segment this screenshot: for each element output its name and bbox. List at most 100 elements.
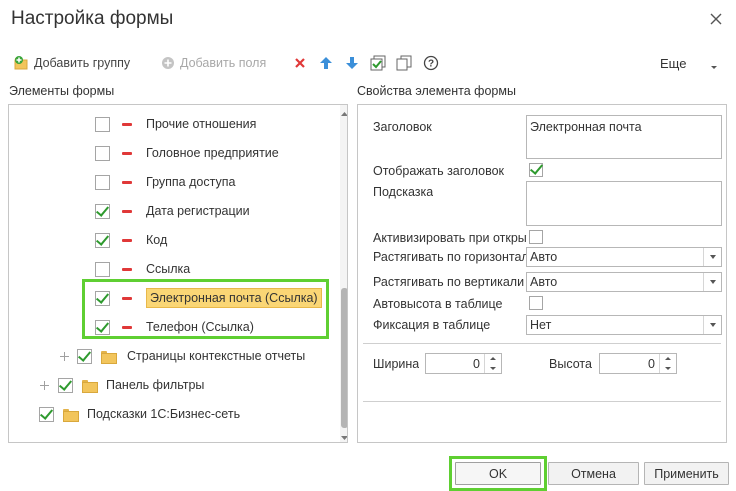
caption-field[interactable]: Электронная почта [526,115,722,159]
tree-group[interactable]: Страницы контекстные отчеты [60,346,305,366]
tree-item[interactable]: Группа доступа [95,172,235,192]
tree-item[interactable]: Прочие отношения [95,114,256,134]
tree-item-checkbox[interactable] [95,116,110,132]
field-icon [122,180,132,184]
tree-item-checkbox[interactable] [95,319,110,335]
more-chevron-down-icon[interactable] [710,60,718,69]
tree-item-label[interactable]: Прочие отношения [146,117,256,131]
field-icon [122,151,132,155]
height-value[interactable]: 0 [600,357,659,371]
tree-group-checkbox[interactable] [58,377,73,393]
activate-checkbox[interactable] [529,230,543,244]
tree-item-label[interactable]: Телефон (Ссылка) [146,320,254,334]
tree-item[interactable]: Телефон (Ссылка) [95,317,254,337]
divider [363,401,721,402]
tree-item-label[interactable]: Код [146,233,167,247]
tree-item-selected[interactable]: Электронная почта (Ссылка) [95,288,322,308]
tree-item-checkbox[interactable] [95,290,110,306]
window-title: Настройка формы [11,8,174,29]
check-all-icon[interactable] [370,55,386,71]
tree-item[interactable]: Ссылка [95,259,190,279]
activate-label: Активизировать при открытии [373,231,527,245]
stretch-horizontal-label: Растягивать по горизонтали [373,250,527,264]
folder-icon [101,350,117,364]
width-stepper[interactable]: 0 [425,353,502,374]
width-value[interactable]: 0 [426,357,484,371]
field-icon [122,209,132,213]
tree-item-checkbox[interactable] [95,261,110,277]
tree-item-checkbox[interactable] [95,232,110,248]
element-properties-label: Свойства элемента формы [357,84,516,98]
add-field-button[interactable]: Добавить поля [160,54,266,72]
chevron-down-icon[interactable] [703,316,721,334]
tree-item[interactable]: Дата регистрации [95,201,250,221]
add-group-button[interactable]: Добавить группу [14,54,130,72]
tree-group-label[interactable]: Подсказки 1С:Бизнес-сеть [87,407,240,421]
folder-icon [63,408,79,422]
divider [363,343,721,344]
stretch-vertical-select[interactable]: Авто [526,272,722,292]
tree-item-checkbox[interactable] [95,174,110,190]
scroll-down-icon[interactable] [340,431,347,440]
field-icon [122,122,132,126]
tree-group-checkbox[interactable] [39,406,54,422]
expand-icon[interactable] [60,351,69,361]
show-caption-checkbox[interactable] [529,163,543,177]
close-icon[interactable] [707,10,725,28]
add-field-label: Добавить поля [180,56,267,70]
decrement-icon[interactable] [485,364,501,374]
fixation-select[interactable]: Нет [526,315,722,335]
height-stepper[interactable]: 0 [599,353,677,374]
stretch-horizontal-value: Авто [530,250,558,264]
expand-icon[interactable] [40,380,49,390]
tree-item-label[interactable]: Дата регистрации [146,204,250,218]
increment-icon[interactable] [660,354,676,364]
tree-item[interactable]: Код [95,230,167,250]
cancel-button[interactable]: Отмена [548,462,639,485]
increment-icon[interactable] [485,354,501,364]
tree-item-label[interactable]: Ссылка [146,262,190,276]
chevron-down-icon[interactable] [703,248,721,266]
tree-group-label[interactable]: Страницы контекстные отчеты [127,349,305,363]
autoheight-checkbox[interactable] [529,296,543,310]
scroll-up-icon[interactable] [340,107,347,116]
apply-button[interactable]: Применить [644,462,729,485]
svg-text:?: ? [428,59,434,70]
autoheight-label: Автовысота в таблице [373,297,503,311]
delete-icon[interactable] [292,55,308,71]
tree-group[interactable]: Подсказки 1С:Бизнес-сеть [39,404,240,424]
tree-item-checkbox[interactable] [95,203,110,219]
chevron-down-icon[interactable] [703,273,721,291]
add-group-label: Добавить группу [34,56,131,70]
caption-label: Заголовок [373,120,432,134]
width-label: Ширина [373,357,420,371]
ok-button[interactable]: OK [455,462,541,485]
tree-group-label[interactable]: Панель фильтры [106,378,204,392]
more-button[interactable]: Еще [660,56,686,71]
form-elements-tree[interactable]: Прочие отношения Головное предприятие Гр… [8,104,348,443]
scrollbar-thumb[interactable] [341,288,347,428]
help-icon[interactable]: ? [423,55,439,71]
fixation-value: Нет [530,318,552,332]
move-up-icon[interactable] [318,55,334,71]
tree-item-label[interactable]: Электронная почта (Ссылка) [146,288,322,308]
tree-item-label[interactable]: Головное предприятие [146,146,279,160]
move-down-icon[interactable] [344,55,360,71]
tree-group[interactable]: Панель фильтры [40,375,204,395]
stretch-horizontal-select[interactable]: Авто [526,247,722,267]
stretch-vertical-value: Авто [530,275,558,289]
form-elements-label: Элементы формы [9,84,115,98]
tree-group-checkbox[interactable] [77,348,92,364]
tree-item-label[interactable]: Группа доступа [146,175,235,189]
decrement-icon[interactable] [660,364,676,374]
field-icon [122,325,132,329]
tree-item-checkbox[interactable] [95,145,110,161]
hint-label: Подсказка [373,185,434,199]
folder-icon [82,379,98,393]
stretch-vertical-label: Растягивать по вертикали [373,275,525,289]
hint-field[interactable] [526,181,722,226]
tree-item[interactable]: Головное предприятие [95,143,279,163]
fixation-label: Фиксация в таблице [373,318,491,332]
field-icon [122,238,132,242]
copy-icon[interactable] [396,55,412,71]
